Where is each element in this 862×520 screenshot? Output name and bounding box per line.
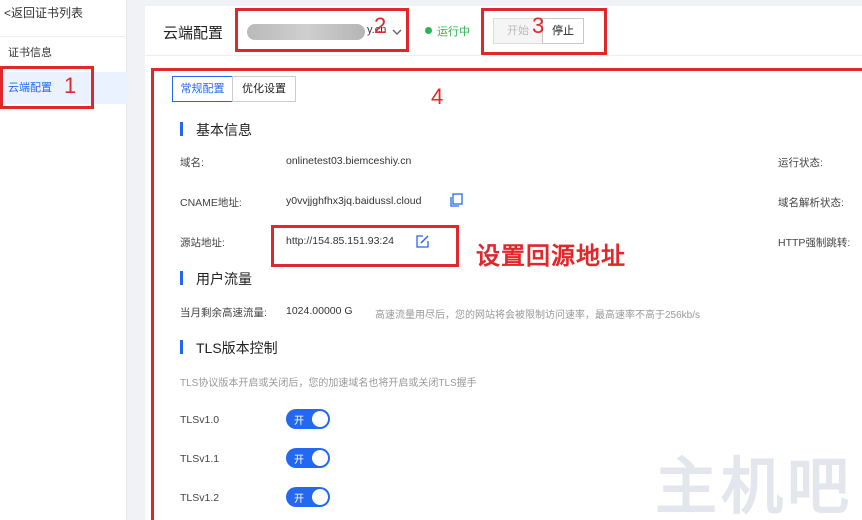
run-status-label: 运行状态: (778, 157, 823, 169)
page-title: 云端配置 (163, 25, 224, 42)
annotation-number-1: 1 (64, 73, 77, 98)
domain-value: onlinetest03.biemceshiy.cn (286, 155, 412, 167)
toggle-knob (312, 450, 328, 466)
status-dot-icon (425, 27, 432, 34)
annotation-number-4: 4 (431, 84, 444, 109)
watermark: 主机吧 (655, 454, 854, 520)
tls10-toggle[interactable]: 开 (286, 409, 330, 429)
remaining-traffic-label: 当月剩余高速流量: (180, 307, 267, 319)
tab-optimize-settings[interactable]: 优化设置 (232, 76, 296, 102)
section-title-traffic: 用户流量 (180, 269, 252, 289)
cname-label: CNAME地址: (180, 197, 242, 209)
tls11-toggle[interactable]: 开 (286, 448, 330, 468)
toggle-knob (312, 411, 328, 427)
toggle-state-label: 开 (294, 416, 304, 427)
tls-version-label: TLSv1.2 (180, 492, 220, 504)
status-text: 运行中 (437, 26, 470, 38)
tls-version-label: TLSv1.0 (180, 414, 220, 426)
toggle-state-label: 开 (294, 455, 304, 466)
tls-version-label: TLSv1.1 (180, 453, 220, 465)
sidebar-item-cert-info[interactable]: 证书信息 (0, 36, 127, 68)
traffic-hint: 高速流量用尽后，您的网站将会被限制访问速率，最高速率不高于256kb/s (375, 310, 701, 321)
dns-status-label: 域名解析状态: (778, 197, 844, 209)
edit-icon[interactable] (415, 234, 430, 249)
cname-value: y0vvjjghfhx3jq.baidussl.cloud (286, 195, 422, 207)
chevron-down-icon (392, 29, 402, 35)
https-redirect-label: HTTP强制跳转: (778, 237, 851, 249)
header: 云端配置 y.cn 运行中 开始 停止 (145, 6, 862, 56)
tab-general-config[interactable]: 常规配置 (172, 76, 233, 102)
origin-value: http://154.85.151.93:24 (286, 235, 395, 247)
domain-label: 域名: (180, 157, 204, 169)
back-to-cert-list-link[interactable]: <返回证书列表 (4, 4, 83, 21)
tls12-toggle[interactable]: 开 (286, 487, 330, 507)
annotation-caption: 设置回源地址 (476, 243, 626, 270)
origin-label: 源站地址: (180, 237, 225, 249)
section-title-basic-info: 基本信息 (180, 120, 252, 140)
domain-redacted-mask (247, 24, 365, 40)
copy-icon[interactable] (449, 193, 463, 207)
remaining-traffic-value: 1024.00000 G (286, 305, 353, 317)
annotation-number-2: 2 (374, 13, 387, 38)
tls-hint: TLS协议版本开启或关闭后，您的加速域名也将开启或关闭TLS握手 (180, 378, 477, 389)
annotation-number-3: 3 (532, 13, 545, 38)
toggle-knob (312, 489, 328, 505)
toggle-state-label: 开 (294, 494, 304, 505)
stop-button[interactable]: 停止 (542, 18, 584, 44)
section-title-tls: TLS版本控制 (180, 338, 278, 358)
